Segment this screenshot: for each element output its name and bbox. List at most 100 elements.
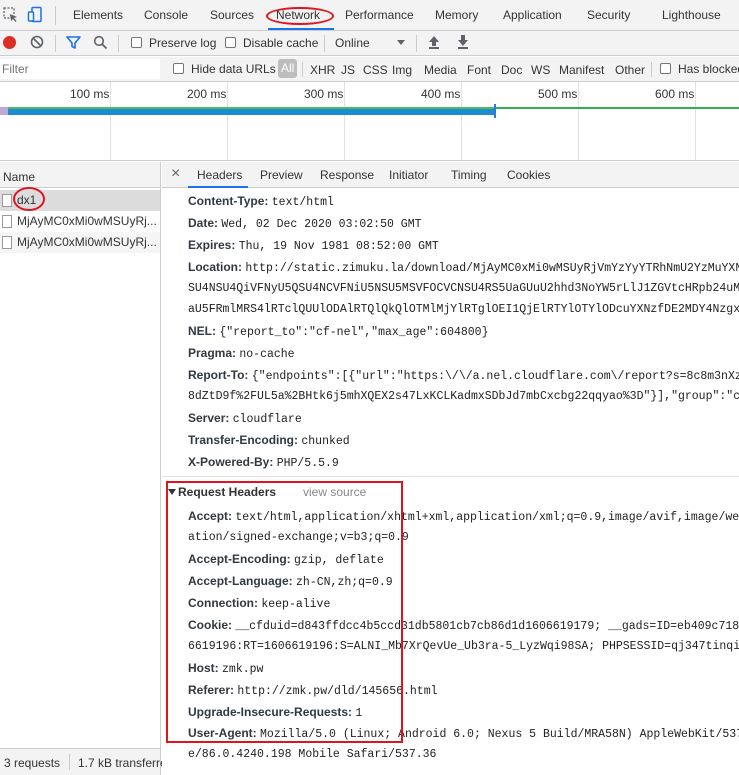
tick-label-200ms: 200 ms xyxy=(187,87,227,101)
header-x-powered-by: X-Powered-By: PHP/5.5.9 xyxy=(188,455,339,470)
filter-type-img[interactable]: Img xyxy=(392,63,412,77)
active-tab-underline xyxy=(268,28,334,30)
request-name: MjAyMC0xMi0wMSUyRj... xyxy=(17,235,157,249)
preserve-log-checkbox[interactable] xyxy=(131,37,142,48)
record-button[interactable] xyxy=(3,36,16,49)
header-location-continued: SU4NSU4QiVFNyU5QSU4NCVFNiU5NSU5MSVFOCVCN… xyxy=(188,282,739,295)
tick-label-400ms: 400 ms xyxy=(421,87,461,101)
annotation-ellipse-network xyxy=(266,7,334,25)
timeline-request-bar xyxy=(8,107,495,115)
filter-type-xhr[interactable]: XHR xyxy=(310,63,335,77)
devtools-tab-bar: Elements Console Sources Network Perform… xyxy=(0,0,739,31)
active-tab-underline xyxy=(188,186,248,188)
tab-sources[interactable]: Sources xyxy=(210,8,254,22)
header-nel: NEL: {"report_to":"cf-nel","max_age":604… xyxy=(188,324,489,339)
status-bar: 3 requests 1.7 kB transferre xyxy=(0,748,167,775)
filter-type-doc[interactable]: Doc xyxy=(501,63,522,77)
timeline-green-line xyxy=(495,107,739,109)
document-icon xyxy=(2,215,12,228)
tab-elements[interactable]: Elements xyxy=(73,8,123,22)
has-blocked-checkbox[interactable] xyxy=(660,63,671,74)
details-tab-bar: × Headers Preview Response Initiator Tim… xyxy=(162,162,739,188)
tab-performance[interactable]: Performance xyxy=(345,8,414,22)
grid-line xyxy=(578,82,579,160)
header-location-continued: aU5FRmlMRS4lRTclQUUlODAlRTQlQkQlOTMlMjYl… xyxy=(188,303,739,316)
network-toolbar: Preserve log Disable cache Online xyxy=(0,31,739,56)
filter-type-manifest[interactable]: Manifest xyxy=(559,63,604,77)
tick-label-500ms: 500 ms xyxy=(538,87,578,101)
request-name: MjAyMC0xMi0wMSUyRj... xyxy=(17,214,157,228)
filter-funnel-icon[interactable] xyxy=(66,35,81,50)
transferred-size: 1.7 kB transferre xyxy=(78,756,167,770)
disable-cache-checkbox[interactable] xyxy=(225,37,236,48)
request-count: 3 requests xyxy=(4,756,61,770)
hide-data-urls-label: Hide data URLs xyxy=(191,62,276,76)
grid-line xyxy=(110,82,111,160)
tab-cookies[interactable]: Cookies xyxy=(507,168,550,182)
grid-line xyxy=(227,82,228,160)
tab-security[interactable]: Security xyxy=(587,8,630,22)
filter-input[interactable] xyxy=(0,59,160,79)
header-server: Server: cloudflare xyxy=(188,411,302,426)
tab-memory[interactable]: Memory xyxy=(435,8,478,22)
timeline-waiting-bar xyxy=(0,107,8,115)
name-column-header[interactable]: Name xyxy=(0,162,160,188)
request-row[interactable]: MjAyMC0xMi0wMSUyRj... xyxy=(0,211,160,232)
import-har-icon[interactable] xyxy=(427,34,441,50)
tab-initiator[interactable]: Initiator xyxy=(389,168,428,182)
filter-type-ws[interactable]: WS xyxy=(531,63,550,77)
grid-line xyxy=(695,82,696,160)
throttling-select[interactable]: Online xyxy=(335,36,370,50)
request-details-pane: × Headers Preview Response Initiator Tim… xyxy=(162,162,739,775)
header-report-to: Report-To: {"endpoints":[{"url":"https:\… xyxy=(188,368,739,383)
chevron-down-icon[interactable] xyxy=(397,40,405,45)
network-overview[interactable]: 100 ms 200 ms 300 ms 400 ms 500 ms 600 m… xyxy=(0,82,739,161)
tab-response[interactable]: Response xyxy=(320,168,374,182)
hide-data-urls-checkbox[interactable] xyxy=(173,63,184,74)
tab-application[interactable]: Application xyxy=(503,8,562,22)
preserve-log-label: Preserve log xyxy=(149,36,217,50)
timeline-marker xyxy=(494,104,496,118)
filter-type-media[interactable]: Media xyxy=(424,63,457,77)
filter-bar: Hide data URLs All XHR JS CSS Img Media … xyxy=(0,57,739,82)
tab-preview[interactable]: Preview xyxy=(260,168,303,182)
header-expires: Expires: Thu, 19 Nov 1981 08:52:00 GMT xyxy=(188,238,439,253)
filter-type-css[interactable]: CSS xyxy=(363,63,388,77)
search-icon[interactable] xyxy=(93,35,108,50)
tab-console[interactable]: Console xyxy=(144,8,188,22)
filter-type-js[interactable]: JS xyxy=(341,63,355,77)
header-date: Date: Wed, 02 Dec 2020 03:02:50 GMT xyxy=(188,216,422,231)
header-pragma: Pragma: no-cache xyxy=(188,346,295,361)
tab-timing[interactable]: Timing xyxy=(451,168,487,182)
device-toolbar-icon[interactable] xyxy=(27,6,45,24)
export-har-icon[interactable] xyxy=(456,34,470,50)
tick-label-100ms: 100 ms xyxy=(70,87,110,101)
header-report-to-continued: 8dZtD9f%2FUL5a%2BHtk6j5mhXQEX2s47LxKCLKa… xyxy=(188,390,739,403)
filter-type-font[interactable]: Font xyxy=(467,63,491,77)
grid-line xyxy=(344,82,345,160)
inspect-element-icon[interactable] xyxy=(3,7,19,23)
header-user-agent-continued: e/86.0.4240.198 Mobile Safari/537.36 xyxy=(188,748,437,761)
clear-icon[interactable] xyxy=(30,35,44,49)
header-location: Location: http://static.zimuku.la/downlo… xyxy=(188,260,739,275)
tab-lighthouse[interactable]: Lighthouse xyxy=(662,8,721,22)
tick-label-300ms: 300 ms xyxy=(304,87,344,101)
grid-line xyxy=(461,82,462,160)
close-icon[interactable]: × xyxy=(171,165,180,183)
has-blocked-label: Has blocked xyxy=(678,62,739,76)
section-divider xyxy=(162,476,739,477)
document-icon xyxy=(2,236,12,249)
requests-pane: Name dx1 MjAyMC0xMi0wMSUyRj... MjAyMC0xM… xyxy=(0,162,167,775)
tick-label-600ms: 600 ms xyxy=(655,87,695,101)
name-column-label: Name xyxy=(3,170,36,184)
header-transfer-encoding: Transfer-Encoding: chunked xyxy=(188,433,350,448)
annotation-rectangle-request-headers xyxy=(166,481,403,743)
filter-type-all[interactable]: All xyxy=(278,59,298,78)
document-icon xyxy=(2,194,12,207)
annotation-ellipse-dx1 xyxy=(13,187,45,211)
request-row[interactable]: MjAyMC0xMi0wMSUyRj... xyxy=(0,232,160,253)
tab-headers[interactable]: Headers xyxy=(197,168,242,182)
filter-type-other[interactable]: Other xyxy=(615,63,645,77)
disable-cache-label: Disable cache xyxy=(243,36,319,50)
header-content-type: Content-Type: text/html xyxy=(188,194,334,209)
